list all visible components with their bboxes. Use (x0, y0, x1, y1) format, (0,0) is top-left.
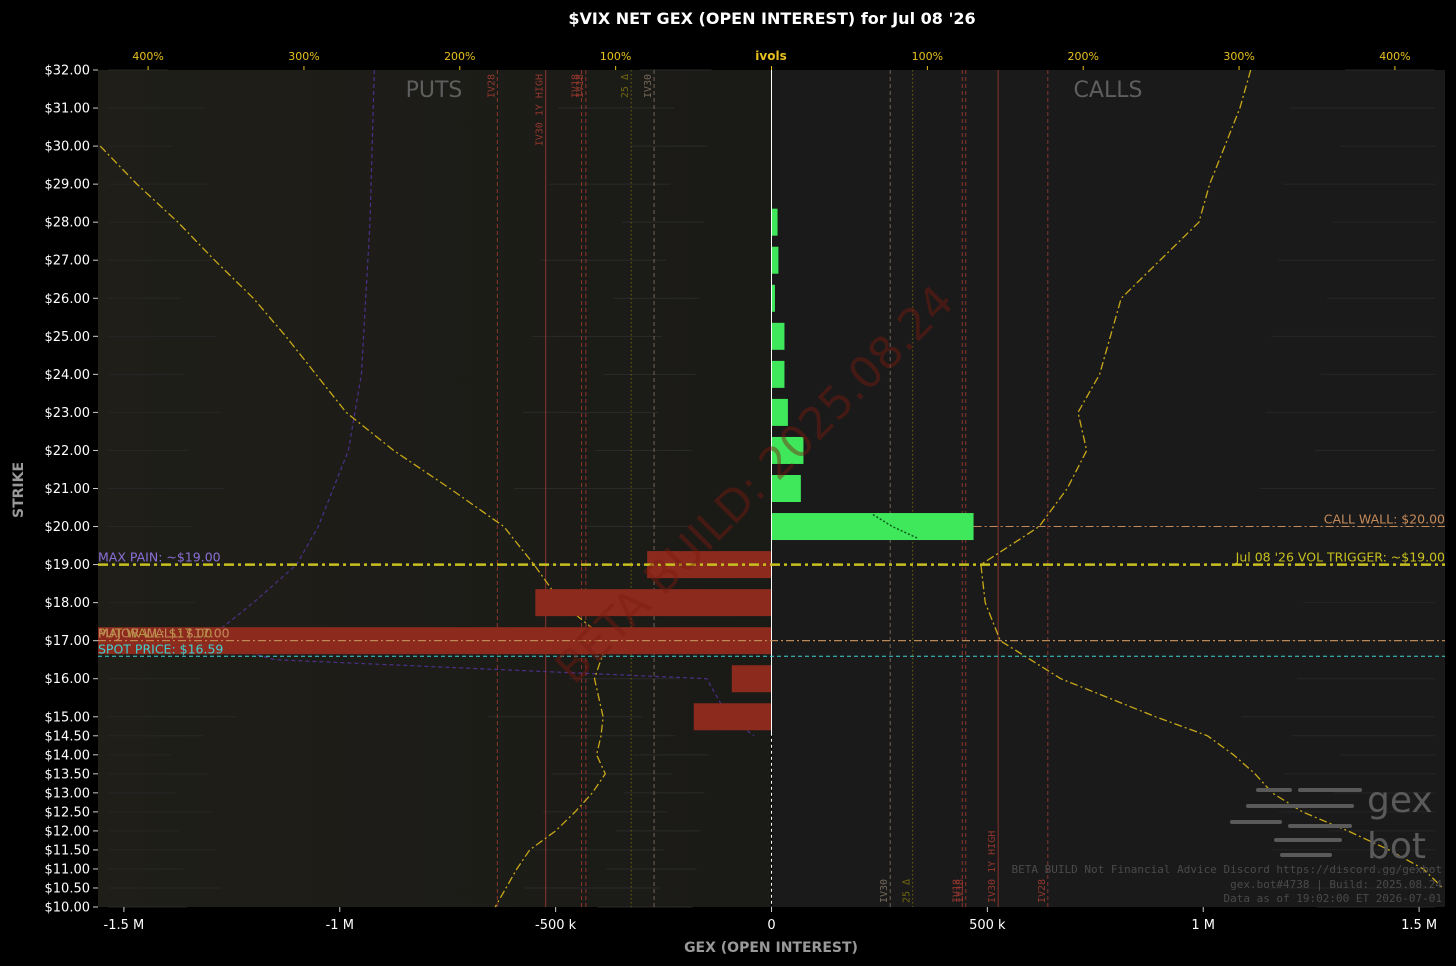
level-label: SPOT PRICE: $16.59 (98, 641, 223, 656)
y-tick-label: $17.00 (45, 634, 91, 649)
y-tick-label: $14.50 (45, 729, 91, 744)
top-axis-label: ivols (755, 49, 786, 63)
call-gex-bar (771, 513, 974, 541)
chart-container: IV28 IV30 1Y HIGH IV18 IV18 IV30 25 Δ IV30 25 Δ… (0, 0, 1456, 966)
y-tick-label: $16.00 (45, 672, 91, 687)
y-tick-label: $14.00 (45, 748, 91, 763)
ivol-reference-label: IV30 1Y HIGH (535, 74, 546, 146)
x-axis-label: GEX (OPEN INTEREST) (684, 940, 858, 956)
y-tick-label: $20.00 (45, 520, 91, 535)
y-tick-label: $30.00 (45, 140, 91, 155)
y-tick-label: $28.00 (45, 216, 91, 231)
ivol-reference-label: 25 Δ (620, 74, 631, 98)
y-tick-label: $10.50 (45, 881, 91, 896)
level-label: MAX PAIN: ~$19.00 (98, 550, 221, 565)
call-gex-bar (771, 246, 779, 274)
put-gex-bar (731, 665, 772, 693)
x-tick-label: -500 k (535, 918, 577, 933)
call-gex-bar (771, 322, 785, 350)
top-tick-label: 300% (1223, 50, 1254, 63)
footer-build: gex.bot#4738 | Build: 2025.08.24 (1230, 878, 1442, 891)
level-label: CALL WALL: $20.00 (1324, 512, 1445, 527)
y-tick-label: $18.00 (45, 596, 91, 611)
y-tick-label: $27.00 (45, 254, 91, 269)
top-tick-label: 300% (288, 50, 319, 63)
y-tick-label: $25.00 (45, 330, 91, 345)
logo-text-gex: gex (1367, 780, 1433, 821)
top-tick-label: 100% (912, 50, 943, 63)
y-tick-label: $15.00 (45, 710, 91, 725)
y-tick-label: $13.50 (45, 767, 91, 782)
y-tick-label: $13.00 (45, 786, 91, 801)
y-tick-label: $29.00 (45, 178, 91, 193)
top-tick-label: 200% (1067, 50, 1098, 63)
y-tick-label: $32.00 (45, 64, 91, 79)
x-tick-label: 1 M (1191, 918, 1215, 933)
ivol-reference-label: IV18 (575, 74, 586, 98)
puts-side-label: PUTS (406, 78, 463, 103)
y-tick-label: $24.00 (45, 368, 91, 383)
gex-chart: IV28 IV30 1Y HIGH IV18 IV18 IV30 25 Δ IV30 25 Δ… (11, 9, 1445, 956)
x-tick-label: 500 k (969, 918, 1006, 933)
y-tick-label: $23.00 (45, 406, 91, 421)
calls-side-label: CALLS (1074, 78, 1143, 103)
y-tick-label: $26.00 (45, 292, 91, 307)
ivol-reference-label: IV28 (486, 74, 497, 98)
x-tick-label: -1.5 M (104, 918, 145, 933)
y-tick-label: $12.00 (45, 824, 91, 839)
y-tick-label: $19.00 (45, 558, 91, 573)
ivol-reference-label: 25 Δ (902, 879, 913, 903)
y-tick-label: $31.00 (45, 102, 91, 117)
call-gex-bar (771, 360, 785, 388)
x-tick-label: 1.5 M (1401, 918, 1437, 933)
call-gex-bar (771, 208, 778, 236)
y-axis-label: STRIKE (11, 462, 27, 518)
level-label: MAJOR WALL: $17.00 (98, 626, 230, 641)
footer-timestamp: Data as of 19:02:00 ET 2026-07-01 (1223, 892, 1442, 905)
y-tick-label: $22.00 (45, 444, 91, 459)
call-gex-bar (771, 284, 775, 312)
ivol-reference-label: IV18 (955, 879, 966, 903)
logo-text-bot: bot (1367, 826, 1426, 867)
ivol-reference-label: IV30 (643, 74, 654, 98)
y-tick-label: $10.00 (45, 901, 91, 916)
put-gex-bar (693, 703, 772, 731)
y-tick-label: $11.00 (45, 862, 91, 877)
ivol-reference-label: IV28 (1037, 879, 1048, 903)
x-tick-label: 0 (767, 918, 775, 933)
y-tick-label: $21.00 (45, 482, 91, 497)
y-tick-label: $12.50 (45, 805, 91, 820)
footer-disclaimer: BETA BUILD Not Financial Advice Discord … (1012, 863, 1442, 876)
x-tick-label: -1 M (326, 918, 354, 933)
y-tick-label: $11.50 (45, 843, 91, 858)
top-tick-label: 400% (1379, 50, 1410, 63)
ivol-reference-label: IV30 1Y HIGH (987, 831, 998, 903)
level-label: Jul 08 '26 VOL TRIGGER: ~$19.00 (1235, 550, 1445, 565)
top-tick-label: 200% (444, 50, 475, 63)
ivol-reference-label: IV30 (879, 879, 890, 903)
chart-title: $VIX NET GEX (OPEN INTEREST) for Jul 08 … (568, 9, 975, 28)
top-tick-label: 400% (132, 50, 163, 63)
top-tick-label: 100% (600, 50, 631, 63)
